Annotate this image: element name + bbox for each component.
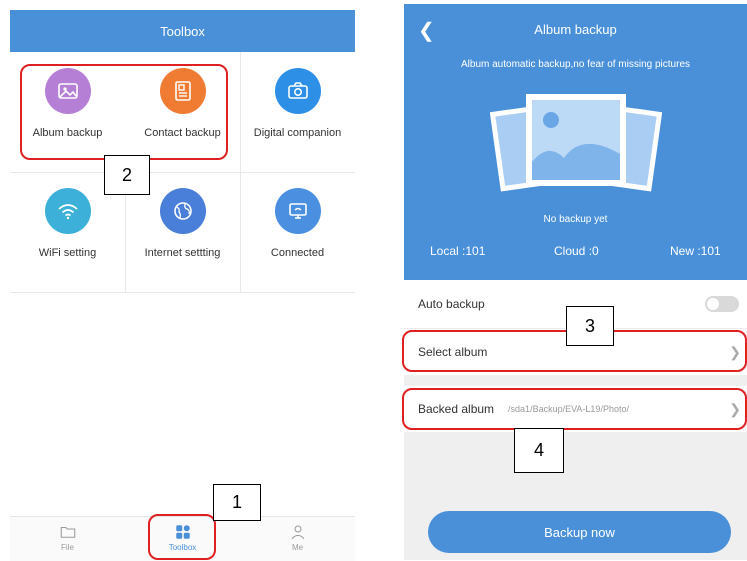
auto-backup-toggle[interactable]	[705, 296, 739, 312]
tab-label: File	[61, 543, 74, 552]
monitor-icon	[274, 188, 321, 234]
highlight-box-2	[20, 64, 228, 160]
page-title: Album backup	[534, 22, 617, 37]
tab-label: Me	[291, 543, 304, 552]
cloud-count: Cloud :0	[554, 244, 599, 258]
digital-companion-tile[interactable]: Digital companion	[240, 52, 355, 172]
tab-file[interactable]: File	[10, 517, 125, 561]
callout-2: 2	[104, 155, 150, 195]
page-title: Toolbox	[160, 23, 205, 39]
callout-1: 1	[213, 484, 261, 521]
subtitle: Album automatic backup,no fear of missin…	[461, 59, 690, 70]
album-backup-header: ❮ Album backup Album automatic backup,no…	[404, 4, 747, 280]
auto-backup-label: Auto backup	[418, 297, 485, 311]
backup-now-button[interactable]: Backup now	[428, 511, 731, 553]
photos-illustration-icon	[489, 92, 663, 197]
tab-me[interactable]: Me	[240, 517, 355, 561]
connected-tile[interactable]: Connected	[240, 172, 355, 292]
toggle-knob	[707, 298, 719, 310]
tile-label: Connected	[270, 247, 325, 259]
local-count: Local :101	[430, 244, 486, 258]
tile-label: Internet settting	[144, 247, 221, 259]
camera-icon	[274, 68, 321, 114]
callout-4: 4	[514, 428, 564, 473]
tile-label: Digital companion	[253, 127, 342, 139]
highlight-box-4	[402, 388, 747, 430]
person-icon	[291, 525, 304, 540]
backup-status: No backup yet	[543, 214, 608, 225]
wifi-icon	[44, 188, 91, 234]
highlight-box-1	[148, 514, 216, 560]
callout-3: 3	[566, 306, 614, 346]
toolbox-header: Toolbox	[10, 10, 355, 52]
folder-icon	[60, 526, 75, 538]
tile-label: WiFi setting	[38, 247, 97, 259]
new-count: New :101	[670, 244, 721, 258]
globe-icon	[159, 188, 206, 234]
grid-divider	[10, 292, 355, 293]
album-backup-screen: ❮ Album backup Album automatic backup,no…	[404, 4, 747, 560]
